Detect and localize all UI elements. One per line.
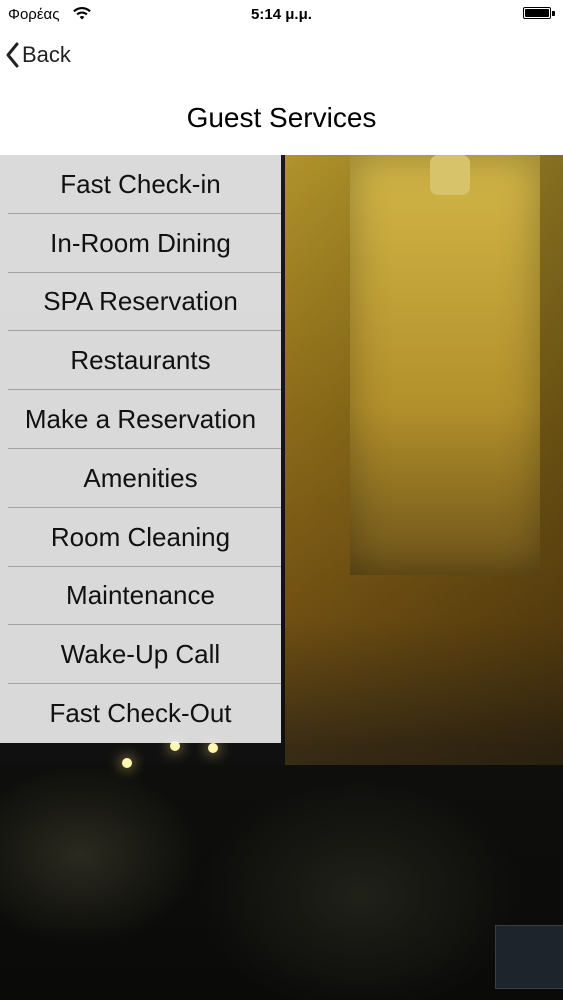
status-bar: Φορέας 5:14 μ.μ. [0, 0, 563, 32]
menu-item-label: Amenities [83, 462, 198, 493]
spire-shape [350, 155, 540, 575]
spire-top-shape [430, 155, 470, 195]
back-button[interactable]: Back [4, 38, 71, 72]
menu-item-label: Fast Check-Out [49, 698, 232, 729]
menu-item-label: Fast Check-in [60, 168, 221, 199]
trees-shape [0, 765, 563, 1000]
menu-item-label: Wake-Up Call [60, 639, 221, 670]
menu-item-make-a-reservation[interactable]: Make a Reservation [0, 390, 281, 449]
menu-item-wake-up-call[interactable]: Wake-Up Call [0, 625, 281, 684]
menu-item-label: Restaurants [70, 345, 211, 376]
page-title: Guest Services [186, 102, 377, 133]
menu-item-label: SPA Reservation [43, 286, 238, 317]
menu-item-fast-check-in[interactable]: Fast Check-in [0, 155, 281, 214]
street-lamp [208, 743, 218, 753]
menu-item-label: Maintenance [66, 580, 215, 611]
menu-item-amenities[interactable]: Amenities [0, 449, 281, 508]
guest-services-menu: Fast Check-in In-Room Dining SPA Reserva… [0, 155, 281, 743]
menu-item-restaurants[interactable]: Restaurants [0, 331, 281, 390]
back-label: Back [22, 42, 71, 67]
escada-sign [495, 925, 563, 989]
menu-item-room-cleaning[interactable]: Room Cleaning [0, 508, 281, 567]
menu-item-in-room-dining[interactable]: In-Room Dining [0, 214, 281, 273]
menu-item-label: Room Cleaning [50, 521, 231, 552]
chevron-left-icon [6, 42, 19, 68]
menu-item-fast-check-out[interactable]: Fast Check-Out [0, 684, 281, 743]
menu-item-label: Make a Reservation [24, 404, 257, 435]
menu-item-maintenance[interactable]: Maintenance [0, 567, 281, 626]
menu-item-spa-reservation[interactable]: SPA Reservation [0, 273, 281, 332]
battery-icon [523, 7, 555, 21]
status-time: 5:14 μ.μ. [251, 6, 312, 23]
menu-item-label: In-Room Dining [50, 227, 231, 258]
street-lamp [122, 758, 132, 768]
